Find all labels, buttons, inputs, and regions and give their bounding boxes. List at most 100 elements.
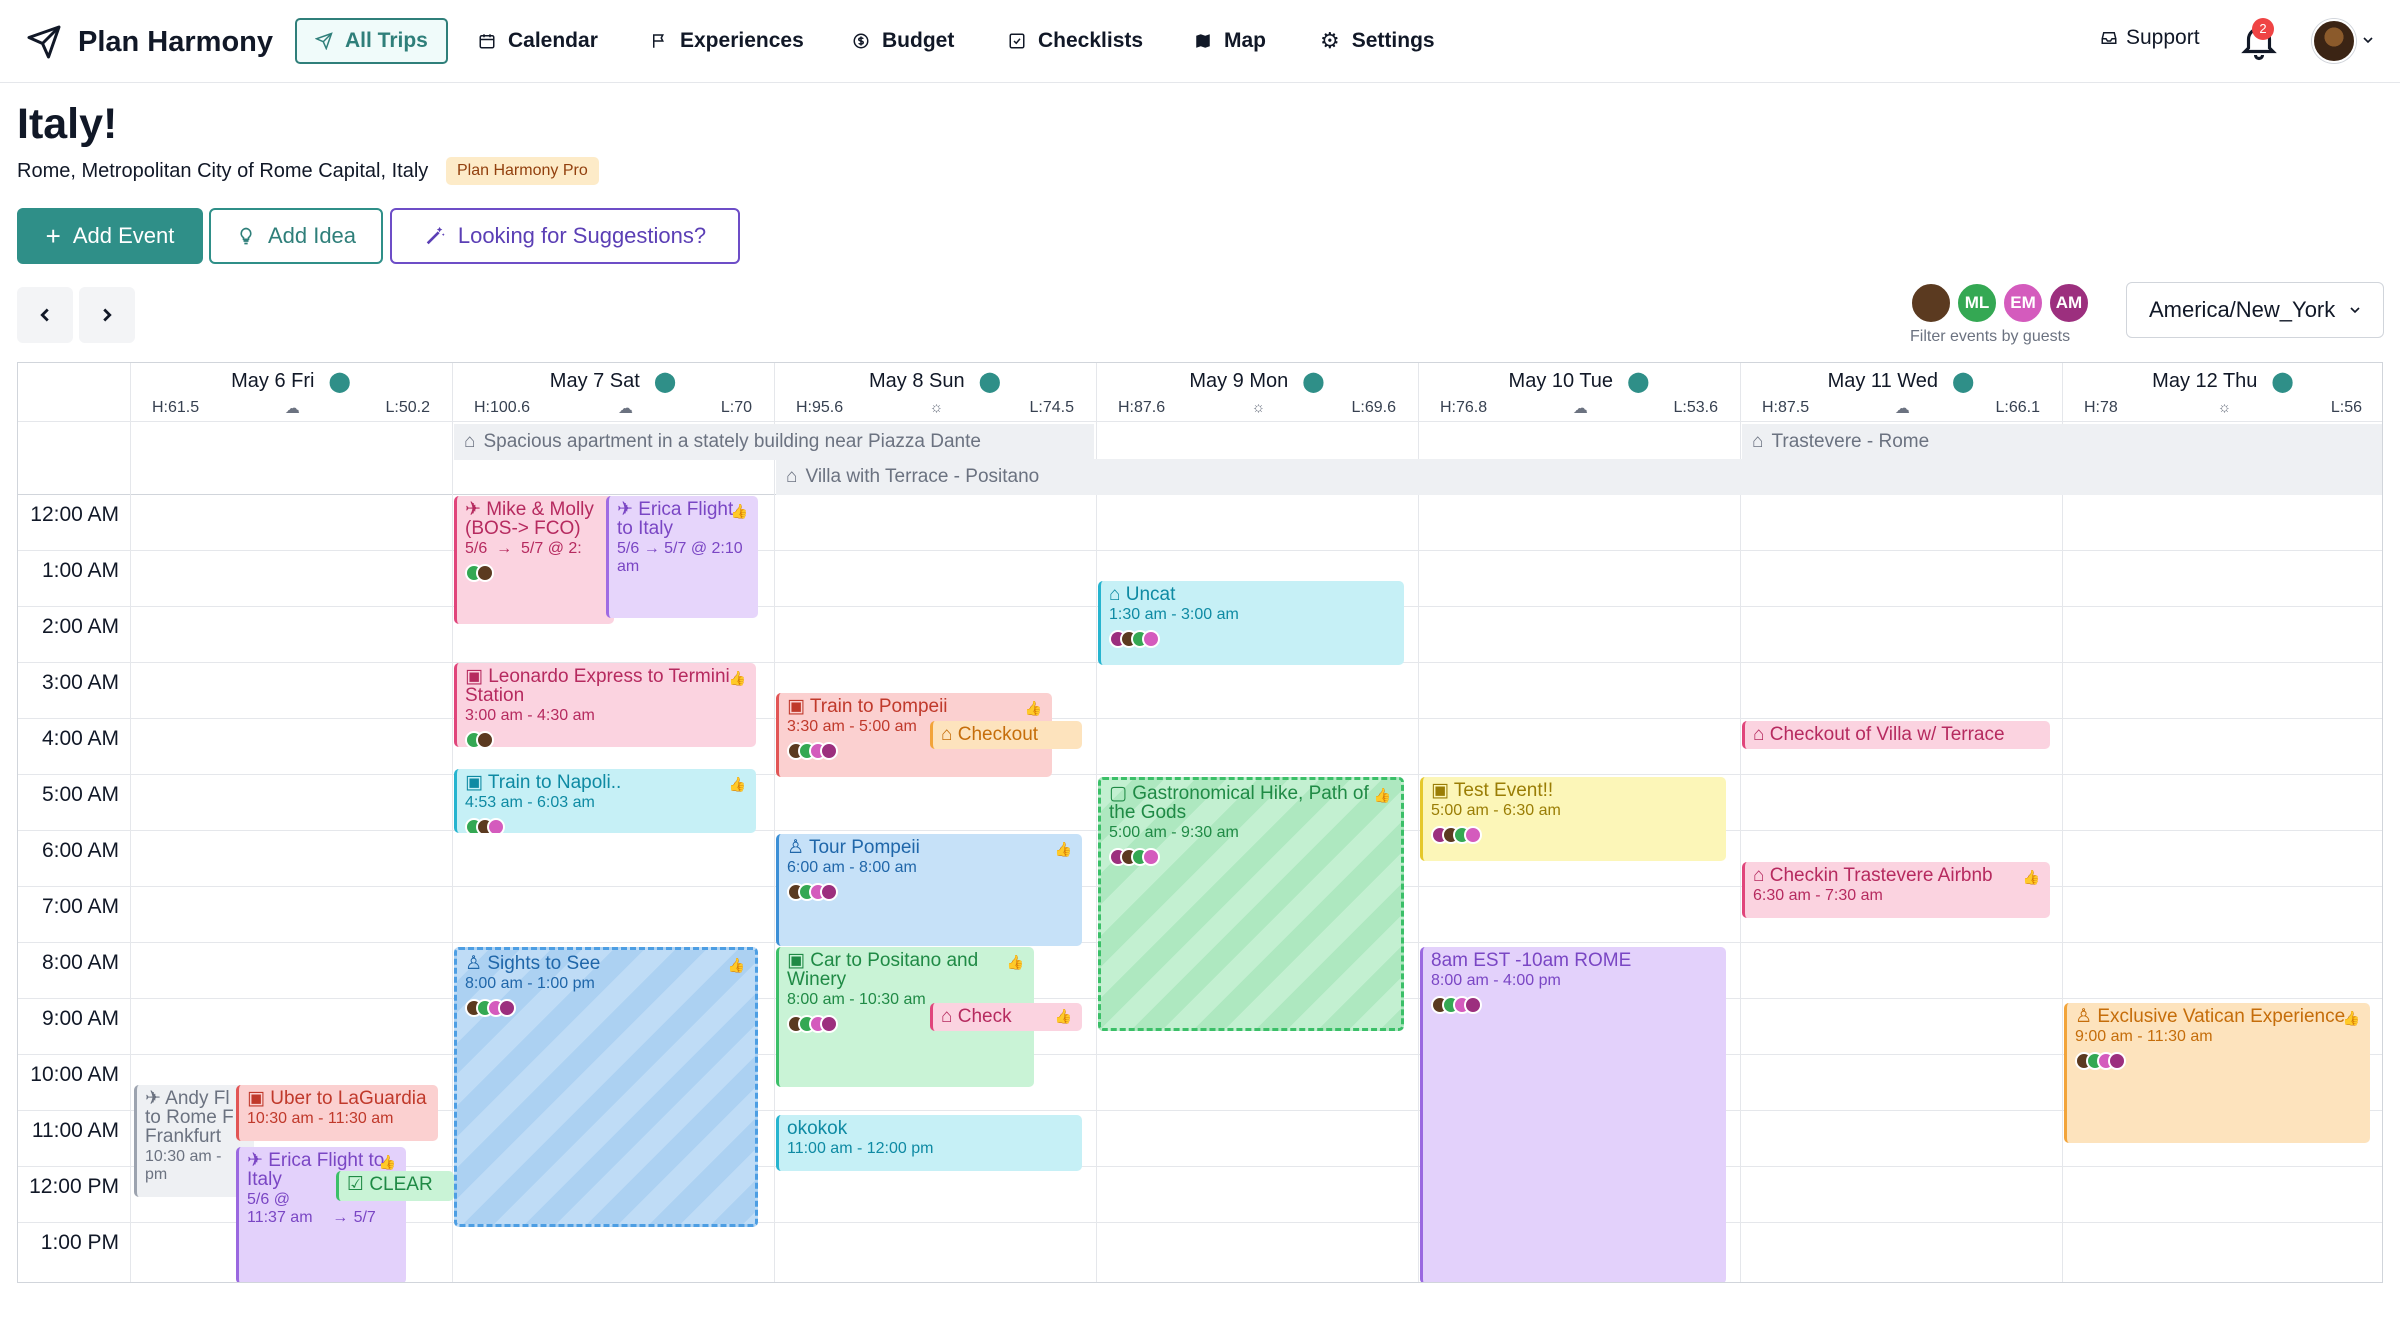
event-gastronomical-hike[interactable]: 👍 ▢ Gastronomical Hike, Path of the Gods… <box>1098 777 1404 1031</box>
day-header[interactable]: May 8 Sun ⬤ H:95.6 ☼ L:74.5 <box>774 363 1096 421</box>
day-header[interactable]: May 11 Wed ⬤ H:87.5 ☁ L:66.1 <box>1740 363 2062 421</box>
day-divider <box>1740 363 1741 1282</box>
day-label-row: May 7 Sat ⬤ <box>452 369 774 394</box>
nav-budget[interactable]: Budget <box>834 18 972 64</box>
event-vatican[interactable]: 👍 ♙ Exclusive Vatican Experience 9:00 am… <box>2064 1003 2370 1143</box>
event-time: 10:30 am - 11:30 am <box>247 1110 394 1127</box>
thumbs-up-icon[interactable]: 👍 <box>731 502 748 521</box>
day-header[interactable]: May 10 Tue ⬤ H:76.8 ☁ L:53.6 <box>1418 363 1740 421</box>
thumbs-up-icon[interactable]: 👍 <box>1055 1007 1072 1026</box>
event-title-text: Tour Pompeii <box>808 837 920 858</box>
event-erica-flight-2[interactable]: 👍 ✈ Erica Flight to Italy 5/6 @ 11:37 am… <box>236 1147 406 1282</box>
checkbox-icon: ☑ <box>347 1174 370 1195</box>
previous-week-button[interactable] <box>17 287 73 343</box>
nav-all-trips[interactable]: All Trips <box>295 18 448 64</box>
map-pin-icon[interactable]: ⬤ <box>1627 369 1649 394</box>
magic-wand-icon <box>426 226 445 245</box>
guest-avatar-photo[interactable] <box>1910 282 1952 324</box>
event-title: ⌂ Checkin Trastevere Airbnb <box>1753 866 2042 885</box>
thumbs-up-icon[interactable]: 👍 <box>379 1153 396 1172</box>
event-erica-flight-1[interactable]: 👍 ✈ Erica Flight to Italy 5/6 → 5/7 @ 2:… <box>606 496 758 618</box>
guest-avatar-ml[interactable]: ML <box>1956 282 1998 324</box>
event-clear[interactable]: ☑ CLEAR <box>336 1171 454 1201</box>
event-title: ▣ Train to Napoli.. <box>465 773 748 792</box>
guest-avatar-em[interactable]: EM <box>2002 282 2044 324</box>
event-uber[interactable]: ▣ Uber to LaGuardia 10:30 am - 11:30 am <box>236 1085 438 1141</box>
chevron-down-icon[interactable] <box>2360 32 2376 48</box>
thumbs-up-icon[interactable]: 👍 <box>729 775 746 794</box>
hour-label: 12:00 PM <box>29 1175 119 1198</box>
thumbs-up-icon[interactable]: 👍 <box>728 956 745 975</box>
day-header[interactable]: May 7 Sat ⬤ H:100.6 ☁ L:70 <box>452 363 774 421</box>
event-rome-time[interactable]: 8am EST -10am ROME 8:00 am - 4:00 pm <box>1420 947 1726 1282</box>
event-checkin-trastevere[interactable]: 👍 ⌂ Checkin Trastevere Airbnb 6:30 am - … <box>1742 862 2050 918</box>
event-tour-pompeii[interactable]: 👍 ♙ Tour Pompeii 6:00 am - 8:00 am <box>776 834 1082 946</box>
add-idea-button[interactable]: Add Idea <box>209 208 383 264</box>
hour-line <box>18 718 2382 719</box>
event-okokok[interactable]: okokok 11:00 am - 12:00 pm <box>776 1115 1082 1171</box>
brand-logo[interactable]: Plan Harmony <box>26 20 273 64</box>
user-avatar[interactable] <box>2312 19 2356 63</box>
thumbs-up-icon[interactable]: 👍 <box>1374 786 1391 805</box>
home-icon: ⌂ <box>786 466 798 487</box>
hour-label: 5:00 AM <box>41 783 119 806</box>
day-divider <box>774 363 775 1282</box>
map-pin-icon[interactable]: ⬤ <box>654 369 676 394</box>
event-time: 11:00 am - 12:00 pm <box>787 1140 934 1157</box>
event-mike-molly-flight[interactable]: ✈ Mike & Molly (BOS-> FCO) 5/6 → 5/7 @ 2… <box>454 496 614 624</box>
support-link[interactable]: Support <box>2100 26 2200 50</box>
thumbs-up-icon[interactable]: 👍 <box>1007 953 1024 972</box>
nav-calendar[interactable]: Calendar <box>460 18 616 64</box>
event-check[interactable]: 👍 ⌂ Check <box>930 1003 1082 1031</box>
next-week-button[interactable] <box>79 287 135 343</box>
map-pin-icon[interactable]: ⬤ <box>328 369 350 394</box>
thumbs-up-icon[interactable]: 👍 <box>2023 868 2040 887</box>
event-leonardo-express[interactable]: 👍 ▣ Leonardo Express to Termini Station … <box>454 663 756 747</box>
map-pin-icon[interactable]: ⬤ <box>979 369 1001 394</box>
day-label: May 9 Mon <box>1189 370 1289 392</box>
temp-high: H:61.5 <box>152 399 200 416</box>
map-pin-icon[interactable]: ⬤ <box>2271 369 2293 394</box>
nav-checklists[interactable]: Checklists <box>990 18 1161 64</box>
stay-banner[interactable]: ⌂ Spacious apartment in a stately buildin… <box>454 424 1094 460</box>
temp-low: L:70 <box>720 399 752 416</box>
map-pin-icon[interactable]: ⬤ <box>1952 369 1974 394</box>
hour-label: 1:00 AM <box>41 559 119 582</box>
event-uncat[interactable]: ⌂ Uncat 1:30 am - 3:00 am <box>1098 581 1404 665</box>
thumbs-up-icon[interactable]: 👍 <box>2343 1009 2360 1028</box>
stay-banner[interactable]: ⌂ Trastevere - Rome <box>1742 424 2382 460</box>
day-header[interactable]: May 9 Mon ⬤ H:87.6 ☼ L:69.6 <box>1096 363 1418 421</box>
nav-settings[interactable]: ⚙ Settings <box>1302 18 1453 64</box>
nav-map[interactable]: Map <box>1176 18 1284 64</box>
map-pin-icon[interactable]: ⬤ <box>1302 369 1324 394</box>
thumbs-up-icon[interactable]: 👍 <box>1055 840 1072 859</box>
paper-plane-icon <box>315 32 333 50</box>
brand-name: Plan Harmony <box>78 25 273 58</box>
day-header[interactable]: May 12 Thu ⬤ H:78 ☼ L:56 <box>2062 363 2382 421</box>
event-time: 6:00 am - 8:00 am <box>787 859 917 876</box>
person-icon: ♙ <box>787 837 809 858</box>
temp-high: H:100.6 <box>474 399 531 416</box>
hour-line <box>18 550 2382 551</box>
event-guests <box>787 883 1074 901</box>
event-guests <box>1109 630 1396 648</box>
thumbs-up-icon[interactable]: 👍 <box>1025 699 1042 718</box>
calendar-icon: ▢ <box>1109 783 1133 804</box>
thumbs-up-icon[interactable]: 👍 <box>729 669 746 688</box>
event-sights-to-see[interactable]: 👍 ♙ Sights to See 8:00 am - 1:00 pm <box>454 947 758 1227</box>
day-header[interactable]: May 6 Fri ⬤ H:61.5 ☁ L:50.2 <box>130 363 452 421</box>
event-time: 9:00 am - 11:30 am <box>2075 1028 2213 1045</box>
guest-avatar-am[interactable]: AM <box>2048 282 2090 324</box>
event-train-napoli[interactable]: 👍 ▣ Train to Napoli.. 4:53 am - 6:03 am <box>454 769 756 833</box>
event-test-event[interactable]: ▣ Test Event!! 5:00 am - 6:30 am <box>1420 777 1726 861</box>
sun-icon: ☼ <box>2217 399 2232 416</box>
suggestions-button[interactable]: Looking for Suggestions? <box>390 208 740 264</box>
stay-banner[interactable]: ⌂ Villa with Terrace - Positano <box>776 459 2382 495</box>
support-label: Support <box>2126 26 2200 49</box>
day-label-row: May 8 Sun ⬤ <box>774 369 1096 394</box>
timezone-select[interactable]: America/New_York <box>2126 282 2384 338</box>
event-checkout[interactable]: ⌂ Checkout <box>930 721 1082 749</box>
add-event-button[interactable]: + Add Event <box>17 208 203 264</box>
event-checkout-villa[interactable]: ⌂ Checkout of Villa w/ Terrace <box>1742 721 2050 749</box>
nav-experiences[interactable]: Experiences <box>632 18 822 64</box>
